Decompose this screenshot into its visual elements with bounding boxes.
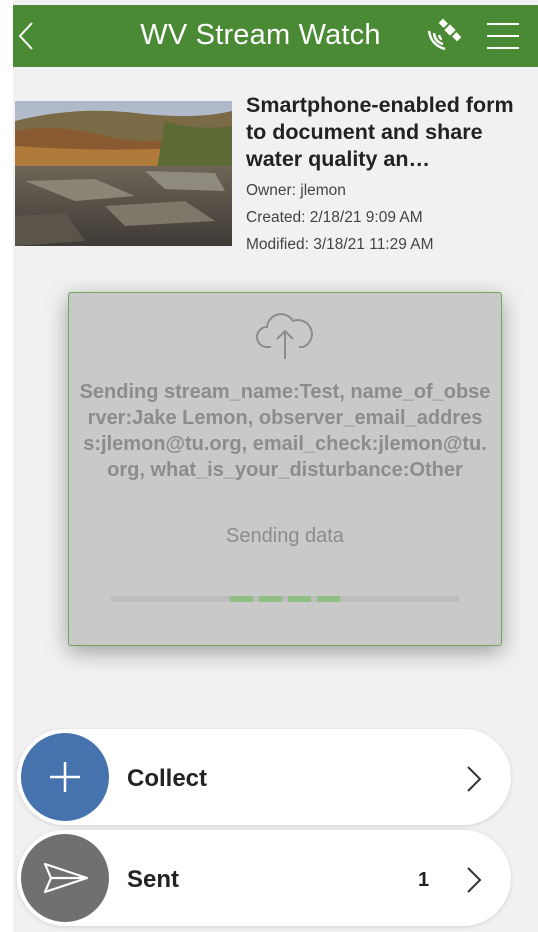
- progress-bar: [111, 596, 459, 602]
- sent-label: Sent: [127, 866, 180, 893]
- collect-label: Collect: [127, 765, 208, 792]
- survey-info: Smartphone-enabled form to document and …: [246, 92, 536, 258]
- collect-circle: [21, 733, 109, 821]
- progress-segment: [288, 596, 311, 602]
- app-screen: WV Stream Watch Smartphone-enabled form …: [13, 0, 538, 932]
- app-header: WV Stream Watch: [13, 5, 538, 67]
- progress-segment: [259, 596, 282, 602]
- sending-status: Sending data: [226, 525, 344, 547]
- plus-icon: [50, 762, 80, 792]
- chevron-right-icon: [467, 766, 482, 792]
- collect-button[interactable]: Collect: [17, 729, 511, 825]
- cloud-upload-icon: [256, 313, 313, 359]
- survey-title: Smartphone-enabled form to document and …: [246, 93, 514, 171]
- satellite-icon: [427, 18, 462, 51]
- survey-created: Created: 2/18/21 9:09 AM: [246, 209, 423, 226]
- hamburger-menu-icon: [487, 23, 519, 49]
- sent-count: 1: [418, 869, 430, 891]
- progress-segment: [230, 596, 253, 602]
- send-icon: [43, 862, 89, 894]
- survey-owner: Owner: jlemon: [246, 182, 346, 199]
- sent-circle: [21, 834, 109, 922]
- menu-button[interactable]: [485, 19, 523, 53]
- chevron-right-icon: [467, 867, 482, 893]
- gps-button[interactable]: [423, 17, 463, 55]
- survey-thumbnail: [15, 101, 232, 246]
- sent-button[interactable]: Sent 1: [17, 830, 511, 926]
- sending-dialog: Sending stream_name:Test, name_of_observ…: [68, 292, 502, 646]
- sending-message: Sending stream_name:Test, name_of_observ…: [79, 381, 491, 481]
- progress-segment: [317, 596, 340, 602]
- stream-photo-image: [15, 101, 232, 246]
- survey-modified: Modified: 3/18/21 11:29 AM: [246, 236, 434, 253]
